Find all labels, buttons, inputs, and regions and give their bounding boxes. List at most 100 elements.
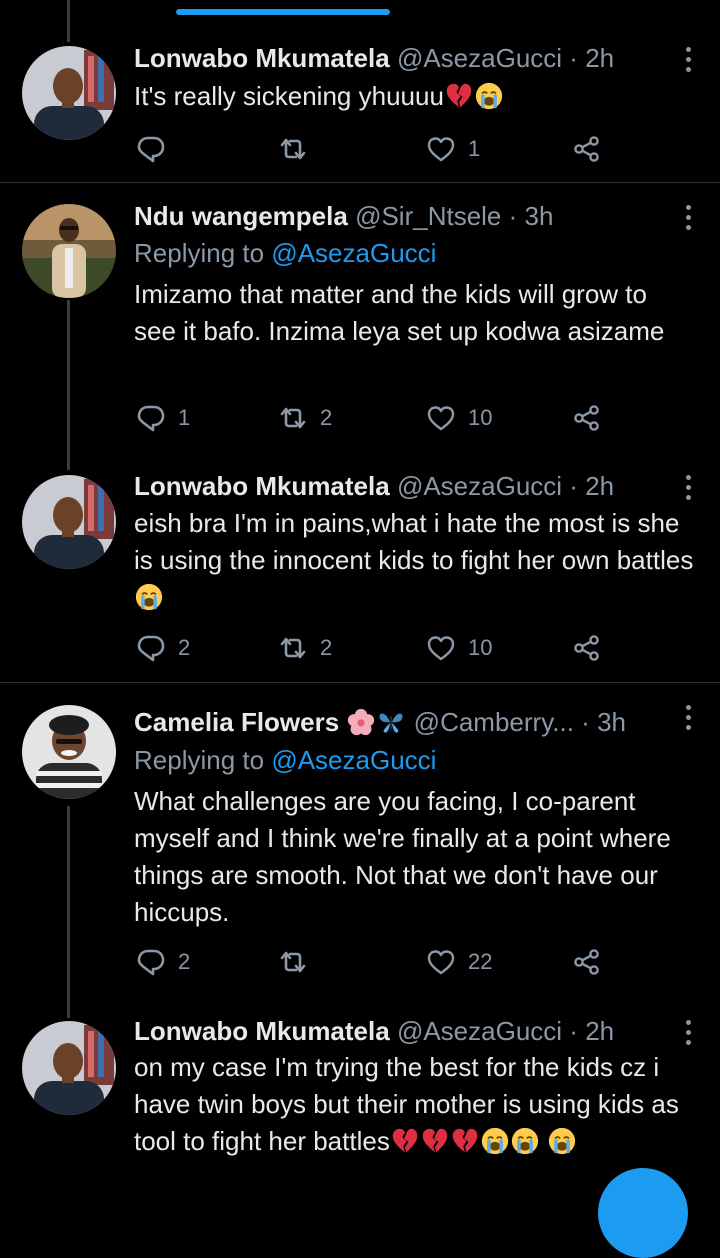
separator-dot: · bbox=[581, 707, 590, 737]
retweet-icon bbox=[278, 633, 308, 663]
more-options-icon[interactable] bbox=[686, 205, 692, 235]
retweet-icon bbox=[278, 403, 308, 433]
user-handle[interactable]: @Sir_Ntsele bbox=[355, 201, 501, 231]
avatar[interactable] bbox=[22, 1021, 116, 1115]
crying-face-icon bbox=[511, 1127, 539, 1155]
user-handle[interactable]: @AsezaGucci bbox=[397, 471, 562, 501]
more-options-icon[interactable] bbox=[686, 1020, 692, 1050]
broken-heart-icon bbox=[421, 1127, 449, 1155]
retweet-count: 2 bbox=[320, 635, 333, 660]
more-options-icon[interactable] bbox=[686, 705, 692, 735]
heart-icon bbox=[426, 947, 456, 977]
share-button[interactable] bbox=[572, 631, 602, 665]
retweet-count: 2 bbox=[320, 405, 333, 430]
reply-icon bbox=[136, 134, 166, 164]
like-count: 22 bbox=[468, 949, 493, 974]
replying-to: Replying to @AsezaGucci bbox=[134, 236, 436, 270]
separator-dot: · bbox=[569, 471, 578, 501]
user-handle[interactable]: @AsezaGucci bbox=[397, 43, 562, 73]
tweet-text: Imizamo that matter and the kids will gr… bbox=[134, 279, 665, 346]
crying-face-icon bbox=[481, 1127, 509, 1155]
reply-button[interactable]: 1 bbox=[136, 401, 190, 435]
avatar[interactable] bbox=[22, 204, 116, 298]
tweet-text: on my case I'm trying the best for the k… bbox=[134, 1049, 694, 1160]
butterfly-icon bbox=[377, 708, 405, 736]
tweet-actions: 2 2 10 bbox=[134, 631, 634, 665]
tweet-actions: 1 2 10 bbox=[134, 401, 634, 435]
tweet[interactable]: Lonwabo Mkumatela @AsezaGucci · 2h It's … bbox=[0, 0, 720, 182]
timestamp[interactable]: 3h bbox=[525, 201, 554, 231]
retweet-button[interactable]: 2 bbox=[278, 631, 332, 665]
tweet-text-content: It's really sickening yhuuuu bbox=[134, 81, 444, 111]
reply-count: 2 bbox=[178, 949, 191, 974]
compose-tweet-button[interactable] bbox=[598, 1168, 688, 1258]
timestamp[interactable]: 3h bbox=[597, 707, 626, 737]
reply-icon bbox=[136, 947, 166, 977]
display-name[interactable]: Camelia Flowers bbox=[134, 707, 339, 737]
retweet-button[interactable]: 2 bbox=[278, 401, 332, 435]
timestamp[interactable]: 2h bbox=[585, 471, 614, 501]
more-options-icon[interactable] bbox=[686, 47, 692, 77]
share-icon bbox=[572, 947, 602, 977]
display-name[interactable]: Lonwabo Mkumatela bbox=[134, 471, 390, 501]
reply-button[interactable]: 2 bbox=[136, 631, 190, 665]
heart-icon bbox=[426, 403, 456, 433]
avatar[interactable] bbox=[22, 705, 116, 799]
share-button[interactable] bbox=[572, 132, 602, 166]
tweet[interactable]: Camelia Flowers @Camberry... · 3h Replyi… bbox=[0, 683, 720, 1001]
share-button[interactable] bbox=[572, 401, 602, 435]
separator-dot: · bbox=[569, 43, 578, 73]
tweet-header: Lonwabo Mkumatela @AsezaGucci · 2h bbox=[134, 41, 672, 75]
share-button[interactable] bbox=[572, 945, 602, 979]
replying-to-label: Replying to bbox=[134, 238, 265, 268]
heart-icon bbox=[426, 134, 456, 164]
share-icon bbox=[572, 134, 602, 164]
like-button[interactable]: 10 bbox=[426, 631, 492, 665]
crying-face-icon bbox=[135, 583, 163, 611]
tweet-text: What challenges are you facing, I co-par… bbox=[134, 786, 671, 927]
tweet-actions: 1 bbox=[134, 132, 634, 166]
reply-count: 2 bbox=[178, 635, 191, 660]
timestamp[interactable]: 2h bbox=[585, 43, 614, 73]
like-button[interactable]: 10 bbox=[426, 401, 492, 435]
tweet-header: Camelia Flowers @Camberry... · 3h bbox=[134, 705, 672, 739]
tweet-text-content: eish bra I'm in pains,what i hate the mo… bbox=[134, 508, 694, 575]
like-button[interactable]: 1 bbox=[426, 132, 480, 166]
tweet[interactable]: Lonwabo Mkumatela @AsezaGucci · 2h on my… bbox=[0, 1001, 720, 1198]
reply-count: 1 bbox=[178, 405, 191, 430]
broken-heart-icon bbox=[451, 1127, 479, 1155]
tweet-text: eish bra I'm in pains,what i hate the mo… bbox=[134, 505, 694, 616]
display-name[interactable]: Ndu wangempela bbox=[134, 201, 348, 231]
display-name[interactable]: Lonwabo Mkumatela bbox=[134, 1016, 390, 1046]
reply-button[interactable] bbox=[136, 132, 178, 166]
user-handle[interactable]: @Camberry... bbox=[414, 707, 574, 737]
avatar[interactable] bbox=[22, 46, 116, 140]
user-handle[interactable]: @AsezaGucci bbox=[397, 1016, 562, 1046]
heart-icon bbox=[426, 633, 456, 663]
reply-button[interactable]: 2 bbox=[136, 945, 190, 979]
mention-link[interactable]: @AsezaGucci bbox=[271, 745, 436, 775]
like-count: 10 bbox=[468, 635, 493, 660]
share-icon bbox=[572, 633, 602, 663]
replying-to-label: Replying to bbox=[134, 745, 265, 775]
like-count: 1 bbox=[468, 136, 481, 161]
tweet-header: Lonwabo Mkumatela @AsezaGucci · 2h bbox=[134, 1014, 672, 1048]
mention-link[interactable]: @AsezaGucci bbox=[271, 238, 436, 268]
tweet[interactable]: Lonwabo Mkumatela @AsezaGucci · 2h eish … bbox=[0, 453, 720, 681]
retweet-button[interactable] bbox=[278, 132, 320, 166]
retweet-button[interactable] bbox=[278, 945, 320, 979]
timestamp[interactable]: 2h bbox=[585, 1016, 614, 1046]
tweet[interactable]: Ndu wangempela @Sir_Ntsele · 3h Replying… bbox=[0, 183, 720, 453]
replying-to: Replying to @AsezaGucci bbox=[134, 743, 436, 777]
avatar[interactable] bbox=[22, 475, 116, 569]
tweet-actions: 2 22 bbox=[134, 945, 634, 979]
separator-dot: · bbox=[508, 201, 518, 231]
tweet-header: Ndu wangempela @Sir_Ntsele · 3h bbox=[134, 199, 672, 233]
display-name[interactable]: Lonwabo Mkumatela bbox=[134, 43, 390, 73]
more-options-icon[interactable] bbox=[686, 475, 692, 505]
share-icon bbox=[572, 403, 602, 433]
like-button[interactable]: 22 bbox=[426, 945, 492, 979]
retweet-icon bbox=[278, 947, 308, 977]
broken-heart-icon bbox=[391, 1127, 419, 1155]
hibiscus-icon bbox=[347, 708, 375, 736]
